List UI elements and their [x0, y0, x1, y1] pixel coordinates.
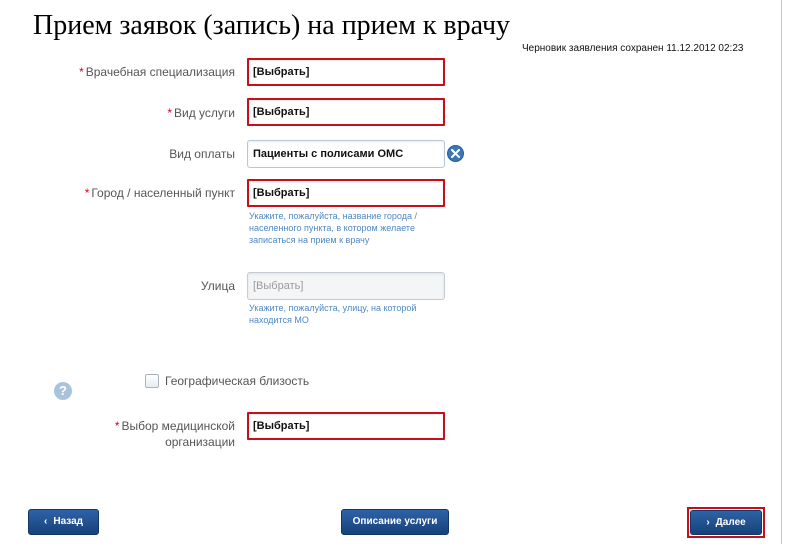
- street-label: Улица: [200, 279, 235, 293]
- back-button[interactable]: ‹ Назад: [28, 509, 99, 535]
- next-button[interactable]: › Далее: [690, 510, 762, 535]
- service-description-button[interactable]: Описание услуги: [341, 509, 449, 535]
- chevron-left-icon: ‹: [44, 516, 48, 527]
- city-select[interactable]: [Выбрать]: [247, 179, 445, 207]
- specialization-select[interactable]: [Выбрать]: [247, 58, 445, 86]
- required-mark: *: [167, 106, 172, 120]
- required-mark: *: [84, 186, 90, 200]
- city-label: * Город / населенный пункт: [84, 186, 235, 200]
- page-title: Прием заявок (запись) на прием к врачу: [33, 10, 511, 41]
- service-type-select[interactable]: [Выбрать]: [247, 98, 445, 126]
- content-right-border: [781, 0, 782, 544]
- organization-select[interactable]: [Выбрать]: [247, 412, 445, 440]
- specialization-label: * Врачебная специализация: [79, 65, 235, 79]
- help-icon[interactable]: ?: [54, 382, 72, 400]
- geo-proximity-checkbox[interactable]: [145, 374, 159, 388]
- payment-type-select[interactable]: Пациенты с полисами ОМС: [247, 140, 445, 168]
- street-hint: Укажите, пожалуйста, улицу, на которой н…: [249, 303, 417, 325]
- draft-status: Черновик заявления сохранен 11.12.2012 0…: [522, 43, 744, 54]
- service-type-label: * Вид услуги: [167, 106, 235, 120]
- city-hint: Укажите, пожалуйста, название города / н…: [249, 211, 417, 245]
- required-mark: *: [79, 65, 84, 79]
- required-mark: *: [114, 419, 120, 433]
- street-select[interactable]: [Выбрать]: [247, 272, 445, 300]
- organization-label: * Выбор медицинской организации: [114, 419, 235, 449]
- close-icon: [451, 149, 460, 158]
- geo-proximity-label: Географическая близость: [165, 374, 310, 388]
- clear-payment-button[interactable]: [447, 145, 464, 162]
- chevron-right-icon: ›: [706, 517, 710, 528]
- payment-type-label: Вид оплаты: [169, 147, 235, 161]
